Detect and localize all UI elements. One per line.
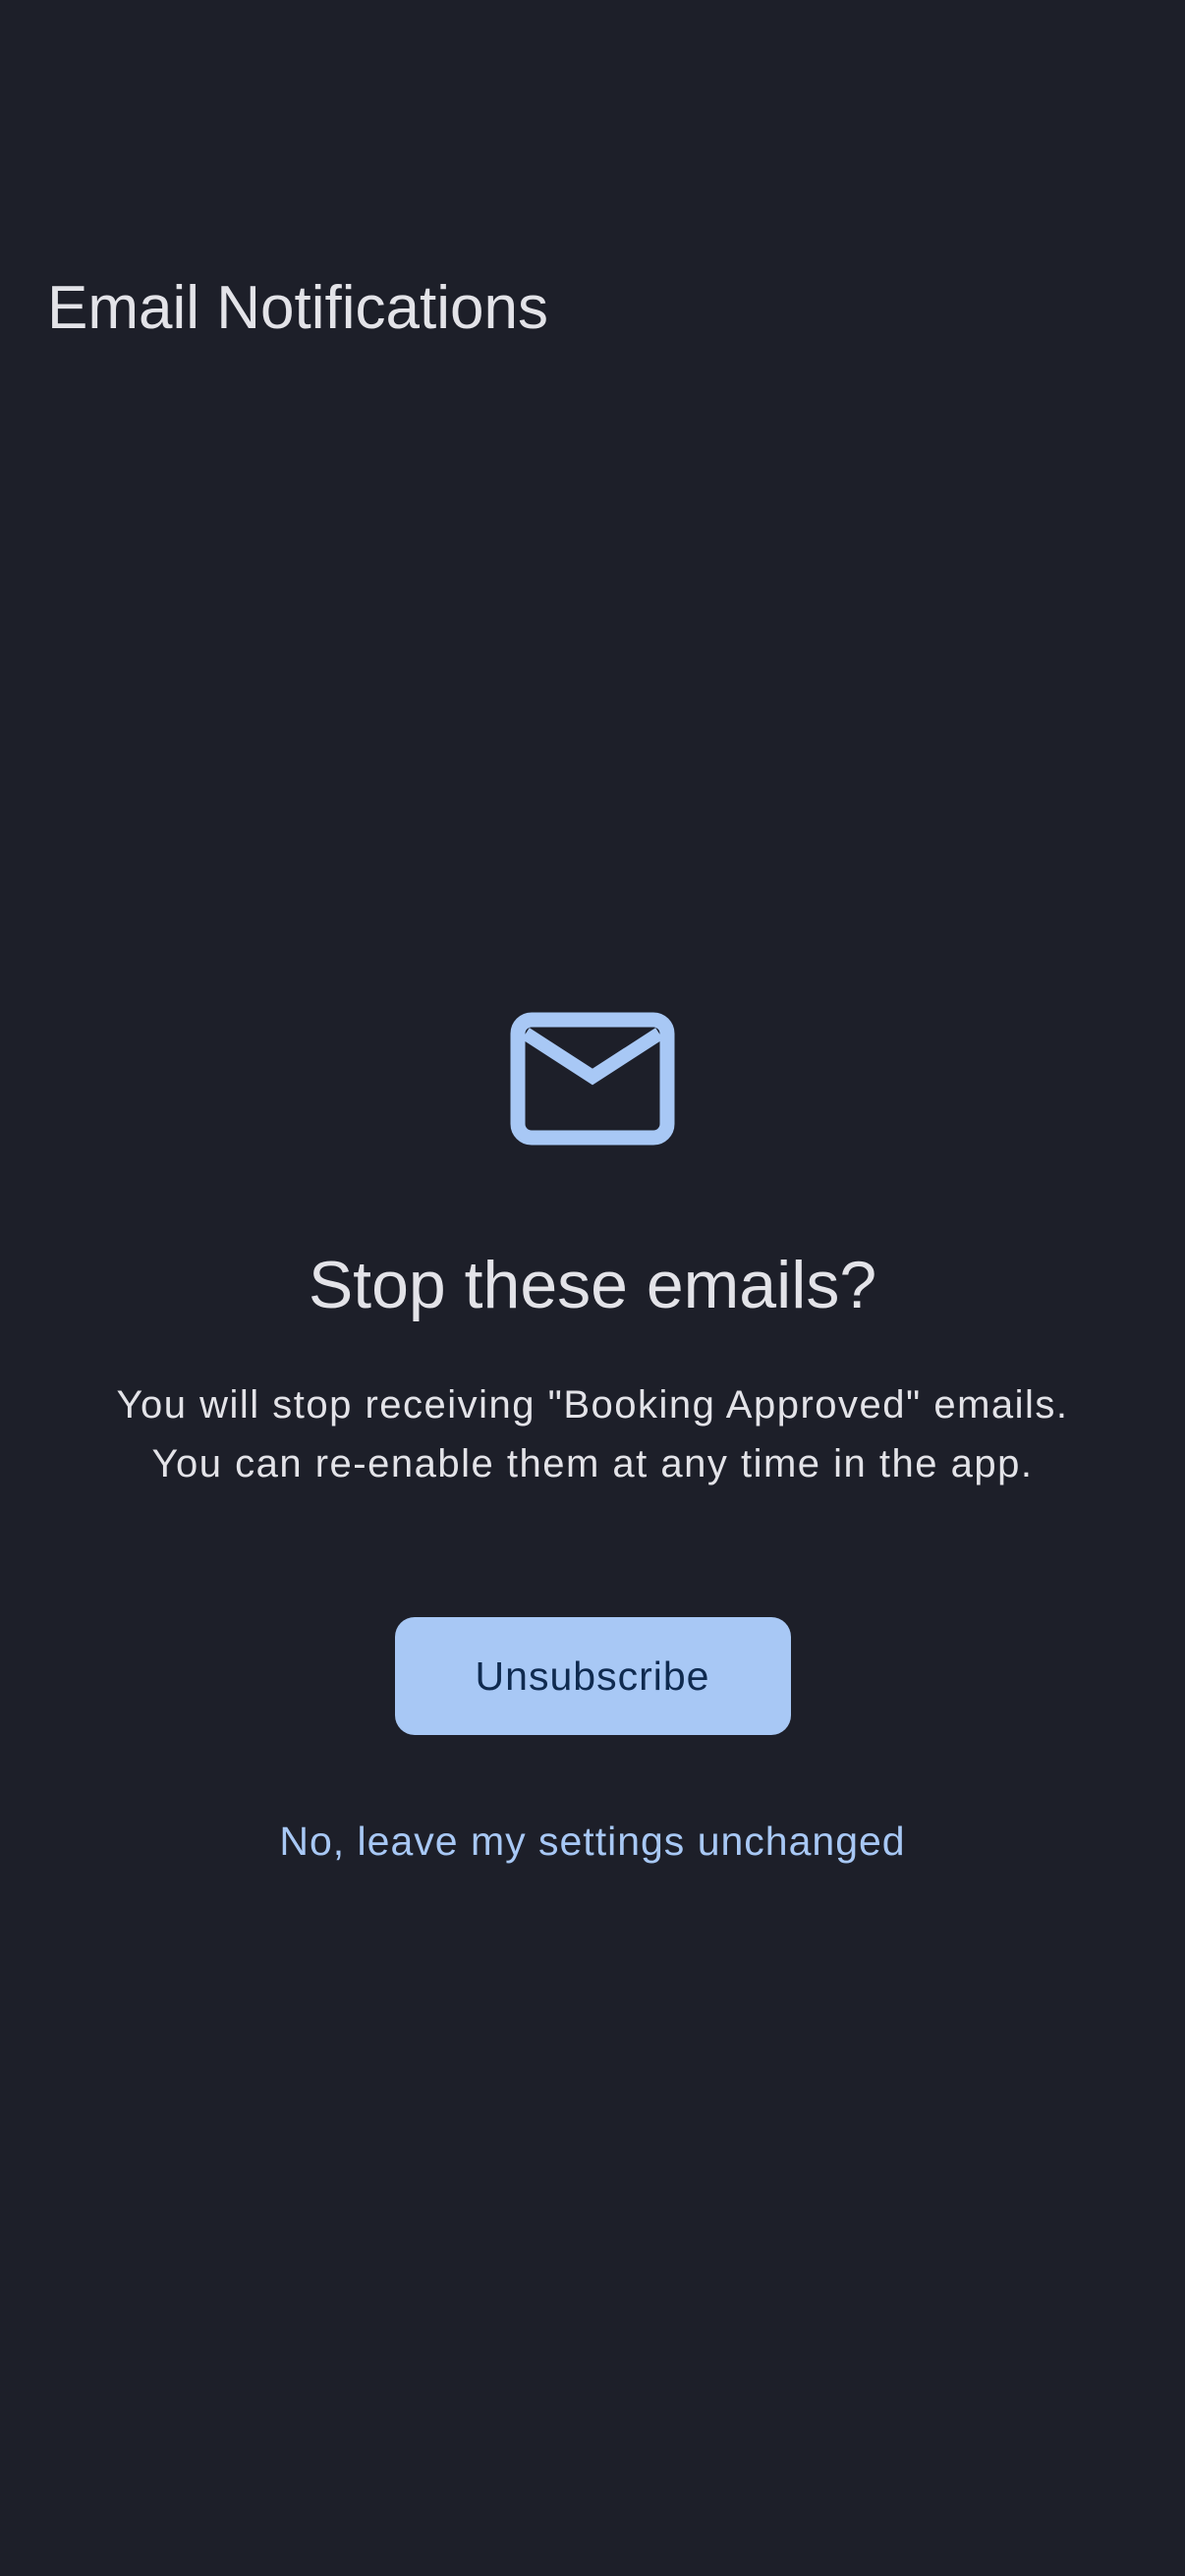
unsubscribe-button[interactable]: Unsubscribe (394, 1617, 791, 1735)
unsubscribe-confirmation: Stop these emails? You will stop receivi… (0, 1012, 1185, 1869)
app-bar: Email Notifications (0, 0, 1185, 342)
mail-icon (510, 1012, 675, 1146)
page-title: Email Notifications (47, 273, 548, 342)
dialog-title: Stop these emails? (308, 1248, 877, 1322)
dialog-message: You will stop receiving "Booking Approve… (116, 1383, 1069, 1485)
leave-settings-unchanged-link[interactable]: No, leave my settings unchanged (279, 1814, 905, 1869)
email-notifications-screen: Email Notifications Stop these emails? Y… (0, 0, 1185, 2576)
